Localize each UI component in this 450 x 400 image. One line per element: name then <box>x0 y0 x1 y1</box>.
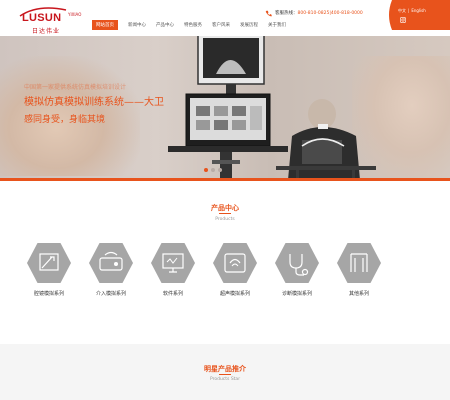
language-switcher: 中文 | English <box>386 0 450 30</box>
ultrasound-icon <box>213 243 257 283</box>
product-category-label: 诊断模拟系列 <box>281 291 312 297</box>
hotline: 客服热线： 800-810-0825|400-818-0000 <box>265 9 363 17</box>
hotline-number: 800-810-0825|400-818-0000 <box>297 10 363 16</box>
banner-tagline: 中国第一家提供系统仿真模拟培训设计 <box>24 84 127 91</box>
endoscope-icon <box>27 243 71 283</box>
hotline-label: 客服热线： <box>275 11 298 16</box>
products-subtitle: Products <box>215 217 235 222</box>
product-category-ultrasound[interactable]: 超声模拟系列 <box>210 242 260 302</box>
product-category-software[interactable]: 软件系列 <box>148 242 198 302</box>
slide-indicators <box>202 168 223 172</box>
product-category-diagnosis[interactable]: 诊断模拟系列 <box>272 242 322 302</box>
products-title-underline <box>219 213 231 214</box>
nav-history[interactable]: 发展历程 <box>240 20 258 30</box>
banner-text-block: 中国第一家提供系统仿真模拟培训设计 模拟仿真模拟训练系统——大卫 感同身受，身临… <box>24 82 164 125</box>
lang-separator: | <box>408 8 410 13</box>
product-category-label: 腔镜模拟系列 <box>33 291 64 297</box>
lang-chinese-link[interactable]: 中文 <box>398 8 406 13</box>
product-category-label: 其他系列 <box>348 291 369 297</box>
nav-services[interactable]: 特色服务 <box>184 20 202 30</box>
logo-text: LUSUN <box>22 12 62 24</box>
hero-banner[interactable]: 中国第一家提供系统仿真模拟培训设计 模拟仿真模拟训练系统——大卫 感同身受，身临… <box>0 36 450 180</box>
stethoscope-icon <box>275 243 319 283</box>
product-category-endoscope[interactable]: 腔镜模拟系列 <box>24 242 74 302</box>
site-header: LUSUN YIXIAO 日达伟业 客服热线： 800-810-0825|400… <box>0 0 450 36</box>
other-icon <box>337 243 381 283</box>
banner-headline: 模拟仿真模拟训练系统——大卫 <box>24 97 164 108</box>
nav-customers[interactable]: 客户风采 <box>212 20 230 30</box>
main-nav: 网站首页 新闻中心 产品中心 特色服务 客户风采 发展历程 关于我们 <box>92 20 296 32</box>
product-category-label: 介入模拟系列 <box>95 291 126 297</box>
logo-registered: YIXIAO <box>68 12 82 17</box>
slide-dot[interactable] <box>210 168 215 172</box>
product-category-list: 腔镜模拟系列 介入模拟系列 软件系列 超声模拟系列 诊断模拟系列 其他系列 <box>24 242 426 302</box>
product-category-label: 软件系列 <box>162 291 183 297</box>
software-icon <box>151 243 195 283</box>
products-title: 产品中心 <box>211 204 239 212</box>
star-products-section: 明星产品推介 Products Star <box>0 344 450 400</box>
star-products-subtitle: Products Star <box>209 377 241 382</box>
logo-chinese: 日达伟业 <box>32 28 61 35</box>
banner-bottom-bar <box>0 178 450 181</box>
star-products-title: 明星产品推介 <box>204 365 246 373</box>
phone-icon <box>265 10 272 16</box>
nav-about[interactable]: 关于我们 <box>268 20 286 30</box>
product-category-label: 超声模拟系列 <box>219 291 250 297</box>
logo[interactable]: LUSUN YIXIAO 日达伟业 <box>18 6 81 35</box>
product-category-interventional[interactable]: 介入模拟系列 <box>86 242 136 302</box>
interventional-icon <box>89 243 133 283</box>
slide-dot[interactable] <box>217 168 222 172</box>
nav-home[interactable]: 网站首页 <box>92 20 118 30</box>
corner-banner-shape <box>389 0 450 30</box>
star-products-underline <box>219 374 231 375</box>
nav-products[interactable]: 产品中心 <box>156 20 174 30</box>
lang-english-link[interactable]: English <box>411 8 425 13</box>
slide-dot[interactable] <box>203 168 208 172</box>
nav-news[interactable]: 新闻中心 <box>128 20 146 30</box>
banner-slogan: 感同身受，身临其境 <box>24 115 106 125</box>
instagram-icon[interactable] <box>400 17 406 23</box>
product-category-other[interactable]: 其他系列 <box>334 242 384 302</box>
